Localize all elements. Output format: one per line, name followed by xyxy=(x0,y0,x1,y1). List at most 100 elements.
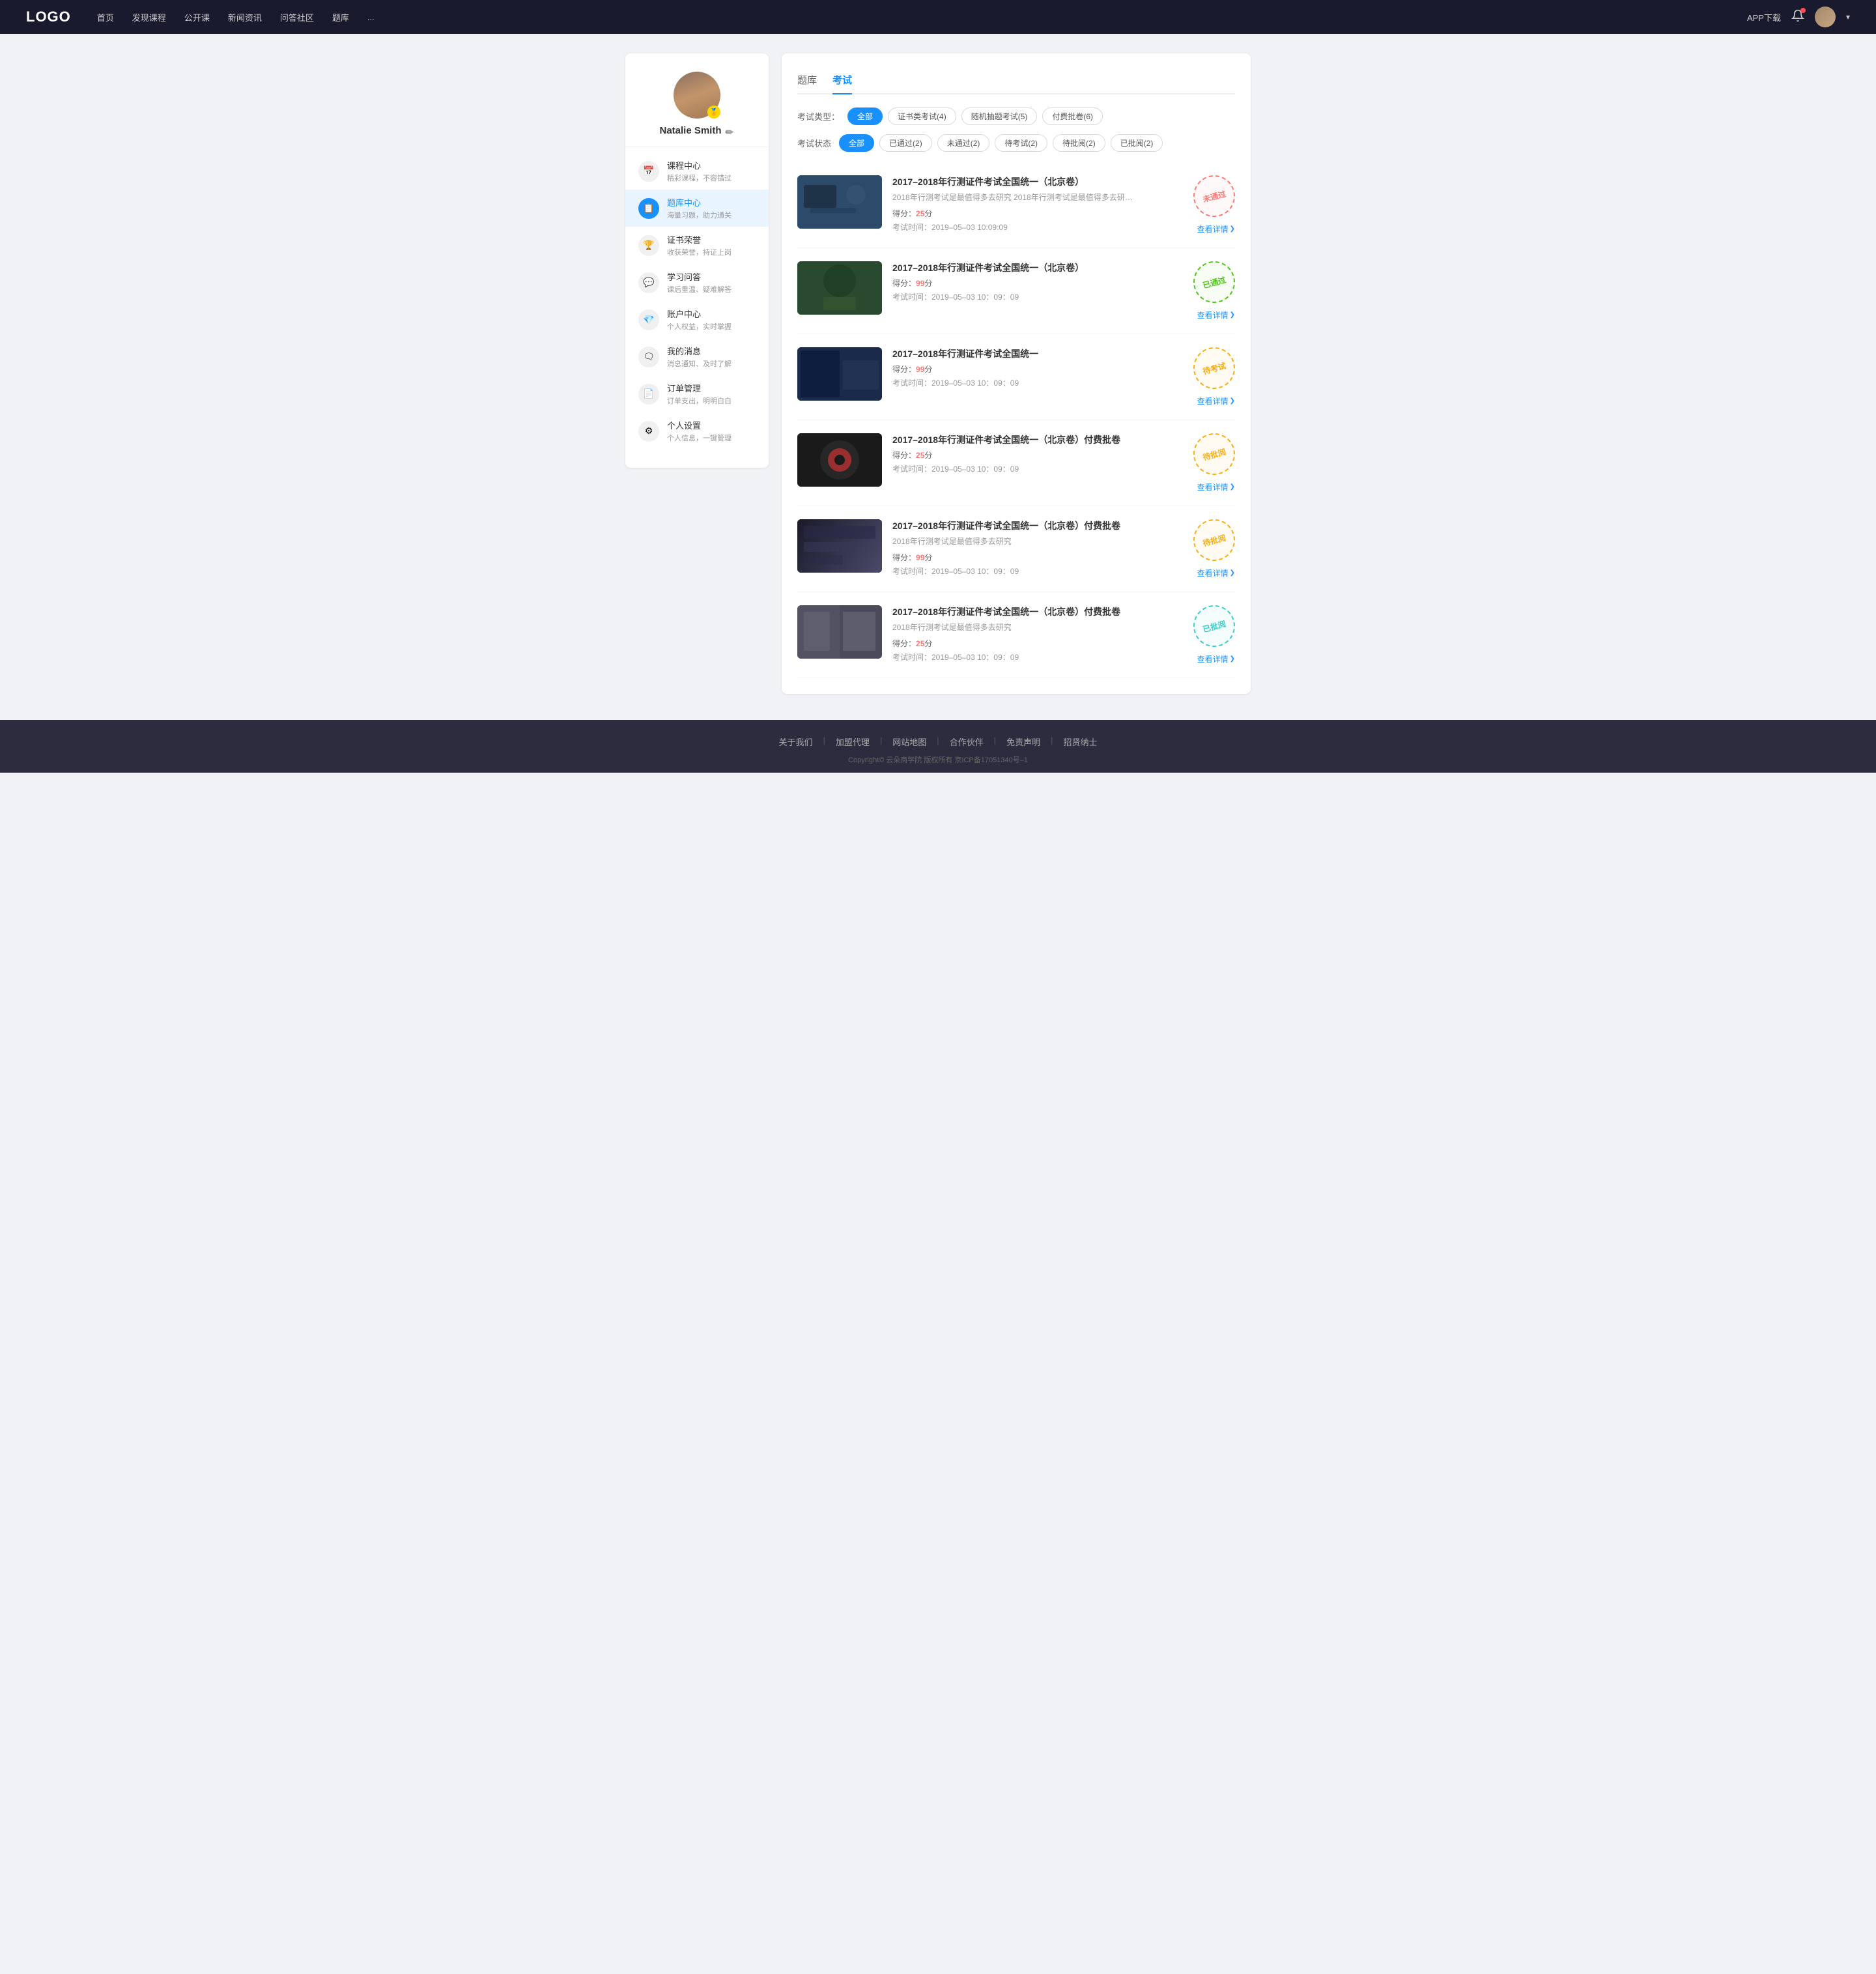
certificate-menu-icon: 🏆 xyxy=(638,235,659,256)
avatar-chevron-icon[interactable]: ▾ xyxy=(1846,12,1850,21)
exam-title-6: 2017–2018年行测证件考试全国统一（北京卷）付费批卷 xyxy=(892,605,1159,618)
filter-status-pending-review[interactable]: 待批阅(2) xyxy=(1053,134,1105,152)
exam-stamp-3: 待考试 xyxy=(1189,343,1240,393)
exam-score-3: 得分：99分 xyxy=(892,364,1159,375)
filter-status-failed[interactable]: 未通过(2) xyxy=(937,134,990,152)
main-wrapper: 🏅 Natalie Smith ✏ 📅 课程中心 精彩课程，不容错过 📋 题库中… xyxy=(612,34,1264,720)
account-menu-text: 账户中心 个人权益，实时掌握 xyxy=(667,308,732,332)
filter-type-paid[interactable]: 付费批卷(6) xyxy=(1042,107,1103,125)
nav-item[interactable]: 问答社区 xyxy=(280,11,314,23)
exam-view-link-6[interactable]: 查看详情 xyxy=(1197,653,1235,665)
nav-item[interactable]: 公开课 xyxy=(184,11,210,23)
exam-view-link-4[interactable]: 查看详情 xyxy=(1197,481,1235,493)
filter-status-row: 考试状态 全部已通过(2) 未通过(2) 待考试(2) 待批阅(2) 已批阅(2) xyxy=(797,134,1235,152)
filter-status-label: 考试状态 xyxy=(797,137,831,149)
footer-link-3[interactable]: 合作伙伴 xyxy=(939,736,994,748)
exam-item-5: 2017–2018年行测证件考试全国统一（北京卷）付费批卷 2018年行测考试是… xyxy=(797,506,1235,592)
exam-info-1: 2017–2018年行测证件考试全国统一（北京卷） 2018年行测考试是最值得多… xyxy=(892,175,1159,233)
exam-view-link-1[interactable]: 查看详情 xyxy=(1197,223,1235,235)
username-text: Natalie Smith xyxy=(659,125,721,136)
exam-title-1: 2017–2018年行测证件考试全国统一（北京卷） xyxy=(892,175,1159,188)
exam-stamp-4: 待批阅 xyxy=(1189,429,1240,479)
filter-type-random[interactable]: 随机抽题考试(5) xyxy=(961,107,1038,125)
course-menu-text: 课程中心 精彩课程，不容错过 xyxy=(667,159,732,183)
sidebar-username: Natalie Smith ✏ xyxy=(659,125,734,136)
nav-item[interactable]: 发现课程 xyxy=(132,11,166,23)
exam-thumbnail-5 xyxy=(797,519,882,573)
filter-type-all[interactable]: 全部 xyxy=(847,107,883,125)
sidebar-item-settings[interactable]: ⚙ 个人设置 个人信息，一键管理 xyxy=(625,412,769,450)
settings-title: 个人设置 xyxy=(667,419,732,431)
sidebar-item-qa[interactable]: 💬 学习问答 课后重温、疑难解答 xyxy=(625,264,769,301)
avatar-wrap: 🏅 xyxy=(674,72,720,119)
filter-status-reviewed[interactable]: 已批阅(2) xyxy=(1111,134,1163,152)
exam-time-6: 考试时间：2019–05–03 10：09：09 xyxy=(892,651,1159,663)
exam-thumbnail-1 xyxy=(797,175,882,229)
nav-item[interactable]: 新闻资讯 xyxy=(228,11,262,23)
exam-title-3: 2017–2018年行测证件考试全国统一 xyxy=(892,347,1159,360)
exam-action-1: 未通过 查看详情 xyxy=(1170,175,1235,235)
exam-desc: 2018年行测考试是最值得多去研究 2018年行测考试是最值得多去研究 2018… xyxy=(892,192,1140,203)
settings-menu-text: 个人设置 个人信息，一键管理 xyxy=(667,419,732,443)
exam-item-1: 2017–2018年行测证件考试全国统一（北京卷） 2018年行测考试是最值得多… xyxy=(797,162,1235,248)
exam-stamp-2: 已通过 xyxy=(1189,257,1240,308)
filter-type-row: 考试类型： 全部证书类考试(4)随机抽题考试(5)付费批卷(6) xyxy=(797,107,1235,125)
app-download-link[interactable]: APP下载 xyxy=(1747,11,1781,23)
message-title: 我的消息 xyxy=(667,345,732,357)
user-avatar[interactable] xyxy=(1815,7,1836,27)
content-area: 题库考试 考试类型： 全部证书类考试(4)随机抽题考试(5)付费批卷(6) 考试… xyxy=(782,53,1251,694)
sidebar-item-question[interactable]: 📋 题库中心 海量习题，助力通关 xyxy=(625,190,769,227)
exam-view-link-3[interactable]: 查看详情 xyxy=(1197,395,1235,407)
exam-action-5: 待批阅 查看详情 xyxy=(1170,519,1235,579)
footer-link-0[interactable]: 关于我们 xyxy=(768,736,823,748)
exam-time-1: 考试时间：2019–05–03 10:09:09 xyxy=(892,222,1159,233)
exam-thumbnail-2 xyxy=(797,261,882,315)
exam-view-link-5[interactable]: 查看详情 xyxy=(1197,567,1235,579)
exam-time-3: 考试时间：2019–05–03 10：09：09 xyxy=(892,377,1159,388)
filter-type-cert[interactable]: 证书类考试(4) xyxy=(888,107,956,125)
exam-action-4: 待批阅 查看详情 xyxy=(1170,433,1235,493)
edit-profile-icon[interactable]: ✏ xyxy=(726,126,735,136)
exam-score-2: 得分：99分 xyxy=(892,278,1159,289)
footer-link-4[interactable]: 免责声明 xyxy=(996,736,1051,748)
footer-link-2[interactable]: 网站地图 xyxy=(882,736,937,748)
nav-item[interactable]: 题库 xyxy=(332,11,349,23)
nav-item[interactable]: ... xyxy=(367,12,375,22)
tab-question-bank[interactable]: 题库 xyxy=(797,69,817,94)
footer-link-5[interactable]: 招贤纳士 xyxy=(1053,736,1108,748)
sidebar-menu: 📅 课程中心 精彩课程，不容错过 📋 题库中心 海量习题，助力通关 🏆 证书荣誉… xyxy=(625,147,769,455)
exam-stamp-6: 已批阅 xyxy=(1189,601,1240,651)
footer-copyright: Copyright© 云朵商学院 版权所有 京ICP备17051340号–1 xyxy=(0,754,1876,765)
exam-info-5: 2017–2018年行测证件考试全国统一（北京卷）付费批卷 2018年行测考试是… xyxy=(892,519,1159,577)
filter-status-passed[interactable]: 已通过(2) xyxy=(879,134,932,152)
exam-item-2: 2017–2018年行测证件考试全国统一（北京卷） 得分：99分 考试时间：20… xyxy=(797,248,1235,334)
exam-item-4: 2017–2018年行测证件考试全国统一（北京卷）付费批卷 得分：25分 考试时… xyxy=(797,420,1235,506)
settings-menu-icon: ⚙ xyxy=(638,421,659,442)
course-title: 课程中心 xyxy=(667,159,732,171)
sidebar-item-message[interactable]: 🗨 我的消息 消息通知、及时了解 xyxy=(625,338,769,375)
qa-menu-text: 学习问答 课后重温、疑难解答 xyxy=(667,270,732,294)
nav-item[interactable]: 首页 xyxy=(97,11,114,23)
course-subtitle: 精彩课程，不容错过 xyxy=(667,173,732,183)
exam-list: 2017–2018年行测证件考试全国统一（北京卷） 2018年行测考试是最值得多… xyxy=(797,162,1235,678)
notification-bell[interactable] xyxy=(1791,9,1804,25)
filter-status-all[interactable]: 全部 xyxy=(839,134,874,152)
exam-score-1: 得分：25分 xyxy=(892,208,1159,219)
logo: LOGO xyxy=(26,8,71,25)
exam-item-6: 2017–2018年行测证件考试全国统一（北京卷）付费批卷 2018年行测考试是… xyxy=(797,592,1235,678)
exam-action-3: 待考试 查看详情 xyxy=(1170,347,1235,407)
filter-status-pending[interactable]: 待考试(2) xyxy=(995,134,1047,152)
sidebar-item-account[interactable]: 💎 账户中心 个人权益，实时掌握 xyxy=(625,301,769,338)
certificate-menu-text: 证书荣誉 收获荣誉，持证上岗 xyxy=(667,233,732,257)
message-menu-icon: 🗨 xyxy=(638,347,659,367)
footer-link-1[interactable]: 加盟代理 xyxy=(825,736,880,748)
sidebar-item-certificate[interactable]: 🏆 证书荣誉 收获荣誉，持证上岗 xyxy=(625,227,769,264)
sidebar-item-course[interactable]: 📅 课程中心 精彩课程，不容错过 xyxy=(625,152,769,190)
avatar-image xyxy=(1815,7,1836,27)
sidebar-item-order[interactable]: 📄 订单管理 订单支出，明明白白 xyxy=(625,375,769,412)
exam-view-link-2[interactable]: 查看详情 xyxy=(1197,309,1235,321)
tab-exam[interactable]: 考试 xyxy=(832,69,852,94)
qa-menu-icon: 💬 xyxy=(638,272,659,293)
order-menu-text: 订单管理 订单支出，明明白白 xyxy=(667,382,732,406)
exam-time-4: 考试时间：2019–05–03 10：09：09 xyxy=(892,463,1159,474)
